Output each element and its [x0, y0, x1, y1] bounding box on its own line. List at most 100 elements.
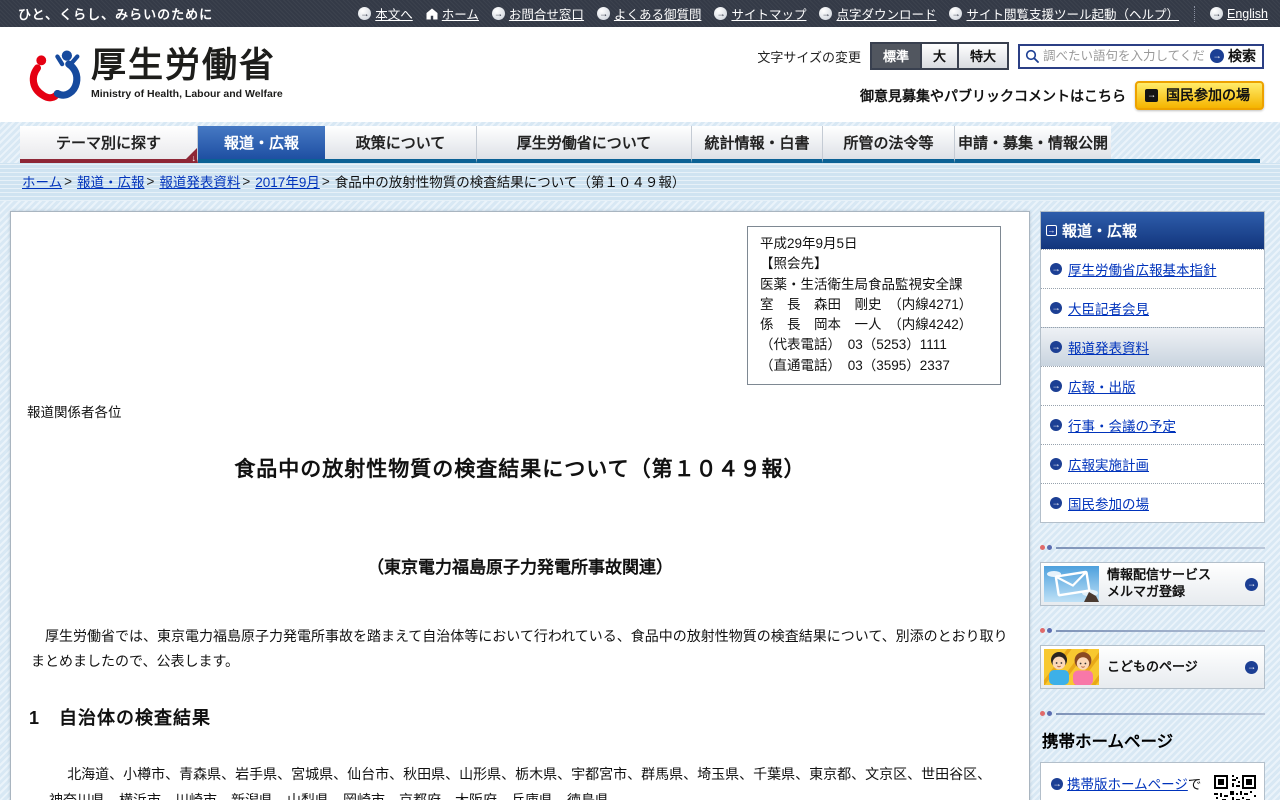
- arrow-circle-icon: [1051, 778, 1063, 790]
- mail-banner-image: [1044, 566, 1099, 602]
- arrow-circle-icon: [1050, 263, 1062, 275]
- sidebar-item-participation[interactable]: 国民参加の場: [1041, 483, 1264, 522]
- main-content: 平成29年9月5日 【照会先】 医薬・生活衛生局食品監視安全課 室 長 森田 剛…: [10, 211, 1030, 800]
- mobile-homepage-link[interactable]: 携帯版ホームページ: [1067, 777, 1188, 792]
- arrow-box-icon: [1046, 225, 1057, 236]
- sidebar: 報道・広報 厚生労働省広報基本指針 大臣記者会見 報道発表資料 広報・出版 行事…: [1040, 211, 1265, 800]
- logo-title: 厚生労働省: [91, 46, 277, 85]
- accessibility-tool-link[interactable]: サイト閲覧支援ツール起動（ヘルプ）: [949, 4, 1179, 23]
- contact-link[interactable]: お問合せ窓口: [491, 4, 584, 23]
- breadcrumb-current-page: 食品中の放射性物質の検査結果について（第１０４９報）: [334, 175, 686, 190]
- arrow-circle-icon: [1245, 577, 1258, 591]
- mobile-homepage-box: 携帯版ホームページでは、緊急情報や厚生労働省のご案内などを掲載しています。: [1040, 762, 1265, 800]
- sidebar-item-press-releases[interactable]: 報道発表資料: [1041, 327, 1264, 366]
- primary-navigation: テーマ別に探す ↓ 報道・広報 政策について 厚生労働省について 統計情報・白書…: [0, 122, 1280, 163]
- font-size-standard-button[interactable]: 標準: [871, 44, 920, 68]
- sidebar-item-pr-policy[interactable]: 厚生労働省広報基本指針: [1041, 249, 1264, 288]
- tab-statistics[interactable]: 統計情報・白書: [692, 126, 823, 163]
- search-icon: [1025, 49, 1039, 63]
- contact-phone-direct: （直通電話） 03（3595）2337: [760, 357, 950, 373]
- tab-applications[interactable]: 申請・募集・情報公開: [955, 126, 1111, 163]
- page-title: 食品中の放射性物質の検査結果について（第１０４９報）: [234, 457, 806, 481]
- sidebar-item-minister-press[interactable]: 大臣記者会見: [1041, 288, 1264, 327]
- kids-page-banner[interactable]: こどものページ: [1040, 645, 1265, 689]
- tab-press-pr[interactable]: 報道・広報: [198, 126, 325, 163]
- arrow-circle-icon: [1210, 49, 1224, 63]
- page-subtitle: （東京電力福島原子力発電所事故関連）: [367, 557, 673, 577]
- contact-department: 医薬・生活衛生局食品監視安全課: [760, 276, 963, 292]
- mhlw-logo[interactable]: 厚生労働省 Ministry of Health, Labour and Wel…: [28, 46, 283, 103]
- font-size-label: 文字サイズの変更: [757, 49, 861, 65]
- contact-heading: 【照会先】: [760, 256, 828, 272]
- arrow-circle-icon: [819, 7, 833, 20]
- tab-theme-search[interactable]: テーマ別に探す ↓: [20, 126, 198, 163]
- kids-banner-label: こどものページ: [1107, 658, 1198, 674]
- top-utility-bar: ひと、くらし、みらいのために 本文へ ホーム お問合せ窓口 よくある御質問 サイ…: [0, 0, 1280, 27]
- divider: [1040, 628, 1265, 633]
- font-size-xlarge-button[interactable]: 特大: [956, 44, 1007, 68]
- addressee: 報道関係者各位: [27, 404, 122, 420]
- search-button[interactable]: 検索: [1210, 46, 1256, 66]
- release-date: 平成29年9月5日: [760, 236, 858, 251]
- search-input[interactable]: [1043, 49, 1206, 63]
- mobile-homepage-heading: 携帯ホームページ: [1042, 733, 1174, 751]
- sidebar-item-events[interactable]: 行事・会議の予定: [1041, 405, 1264, 444]
- arrow-circle-icon: [949, 7, 963, 20]
- arrow-circle-icon: [596, 7, 610, 20]
- prefecture-list: 北海道、小樽市、青森県、岩手県、宮城県、仙台市、秋田県、山形県、栃木県、宇都宮市…: [49, 766, 992, 800]
- mailmag-banner-label: 情報配信サービス メルマガ登録: [1107, 567, 1212, 599]
- contact-person-2: 係 長 岡本 一人 （内線4242）: [760, 317, 973, 332]
- mailmag-banner[interactable]: 情報配信サービス メルマガ登録: [1040, 562, 1265, 606]
- sidebar-menu: 報道・広報 厚生労働省広報基本指針 大臣記者会見 報道発表資料 広報・出版 行事…: [1040, 211, 1265, 523]
- contact-person-1: 室 長 森田 剛史 （内線4271）: [760, 296, 973, 312]
- kids-banner-image: [1044, 649, 1099, 685]
- qr-code: [1214, 775, 1256, 800]
- arrow-circle-icon: [1050, 497, 1062, 509]
- nav-filler: [1111, 126, 1260, 163]
- breadcrumb-press-releases[interactable]: 報道発表資料: [159, 171, 240, 191]
- section-1-heading: 1 自治体の検査結果: [29, 708, 212, 729]
- font-size-large-button[interactable]: 大: [919, 44, 957, 68]
- lead-paragraph: 厚生労働省では、東京電力福島原子力発電所事故を踏まえて自治体等において行われてい…: [31, 627, 1008, 669]
- arrow-circle-icon: [1050, 341, 1062, 353]
- arrow-circle-icon: [358, 7, 372, 20]
- divider: [1194, 5, 1195, 22]
- home-icon: [426, 8, 438, 19]
- arrow-square-icon: [1145, 88, 1158, 102]
- tab-laws[interactable]: 所管の法令等: [823, 126, 955, 163]
- arrow-circle-icon: [1245, 660, 1258, 674]
- divider: [1040, 711, 1265, 716]
- contact-phone-main: （代表電話） 03（5253）1111: [760, 337, 947, 353]
- arrow-circle-icon: [1050, 302, 1062, 314]
- breadcrumb: ホーム > 報道・広報 > 報道発表資料 > 2017年9月 > 食品中の放射性物質の検…: [0, 163, 1280, 201]
- arrow-circle-icon: [714, 7, 728, 20]
- site-tagline: ひと、くらし、みらいのために: [18, 7, 214, 22]
- tab-policy[interactable]: 政策について: [325, 126, 477, 163]
- sidebar-item-publications[interactable]: 広報・出版: [1041, 366, 1264, 405]
- site-header: 厚生労働省 Ministry of Health, Labour and Wel…: [0, 27, 1280, 122]
- topbar-links: 本文へ ホーム お問合せ窓口 よくある御質問 サイトマップ 点字ダウンロード サ…: [358, 4, 1268, 23]
- press-contact-box: 平成29年9月5日 【照会先】 医薬・生活衛生局食品監視安全課 室 長 森田 剛…: [747, 226, 1001, 385]
- sidebar-item-pr-plan[interactable]: 広報実施計画: [1041, 444, 1264, 483]
- site-search-box: 検索: [1018, 43, 1264, 69]
- breadcrumb-press-pr[interactable]: 報道・広報: [77, 171, 145, 191]
- content-area: 平成29年9月5日 【照会先】 医薬・生活衛生局食品監視安全課 室 長 森田 剛…: [0, 201, 1280, 800]
- faq-link[interactable]: よくある御質問: [596, 4, 701, 23]
- public-participation-button[interactable]: 国民参加の場: [1135, 81, 1264, 110]
- braille-download-link[interactable]: 点字ダウンロード: [819, 4, 936, 23]
- english-link[interactable]: English: [1210, 7, 1268, 21]
- sitemap-link[interactable]: サイトマップ: [714, 4, 806, 23]
- public-comment-text: 御意見募集やパブリックコメントはこちら: [860, 87, 1126, 104]
- breadcrumb-home[interactable]: ホーム: [22, 171, 62, 191]
- skip-to-content-link[interactable]: 本文へ: [358, 4, 413, 23]
- home-link[interactable]: ホーム: [426, 4, 479, 23]
- breadcrumb-2017-09[interactable]: 2017年9月: [255, 171, 320, 191]
- divider: [1040, 545, 1265, 550]
- arrow-circle-icon: [491, 7, 505, 20]
- sidebar-menu-header: 報道・広報: [1041, 212, 1264, 249]
- logo-subtitle: Ministry of Health, Labour and Welfare: [91, 87, 283, 100]
- tab-about-mhlw[interactable]: 厚生労働省について: [477, 126, 692, 163]
- font-size-selector: 標準 大 特大: [869, 42, 1009, 70]
- chevron-down-icon: ↓: [191, 153, 197, 163]
- arrow-circle-icon: [1050, 419, 1062, 431]
